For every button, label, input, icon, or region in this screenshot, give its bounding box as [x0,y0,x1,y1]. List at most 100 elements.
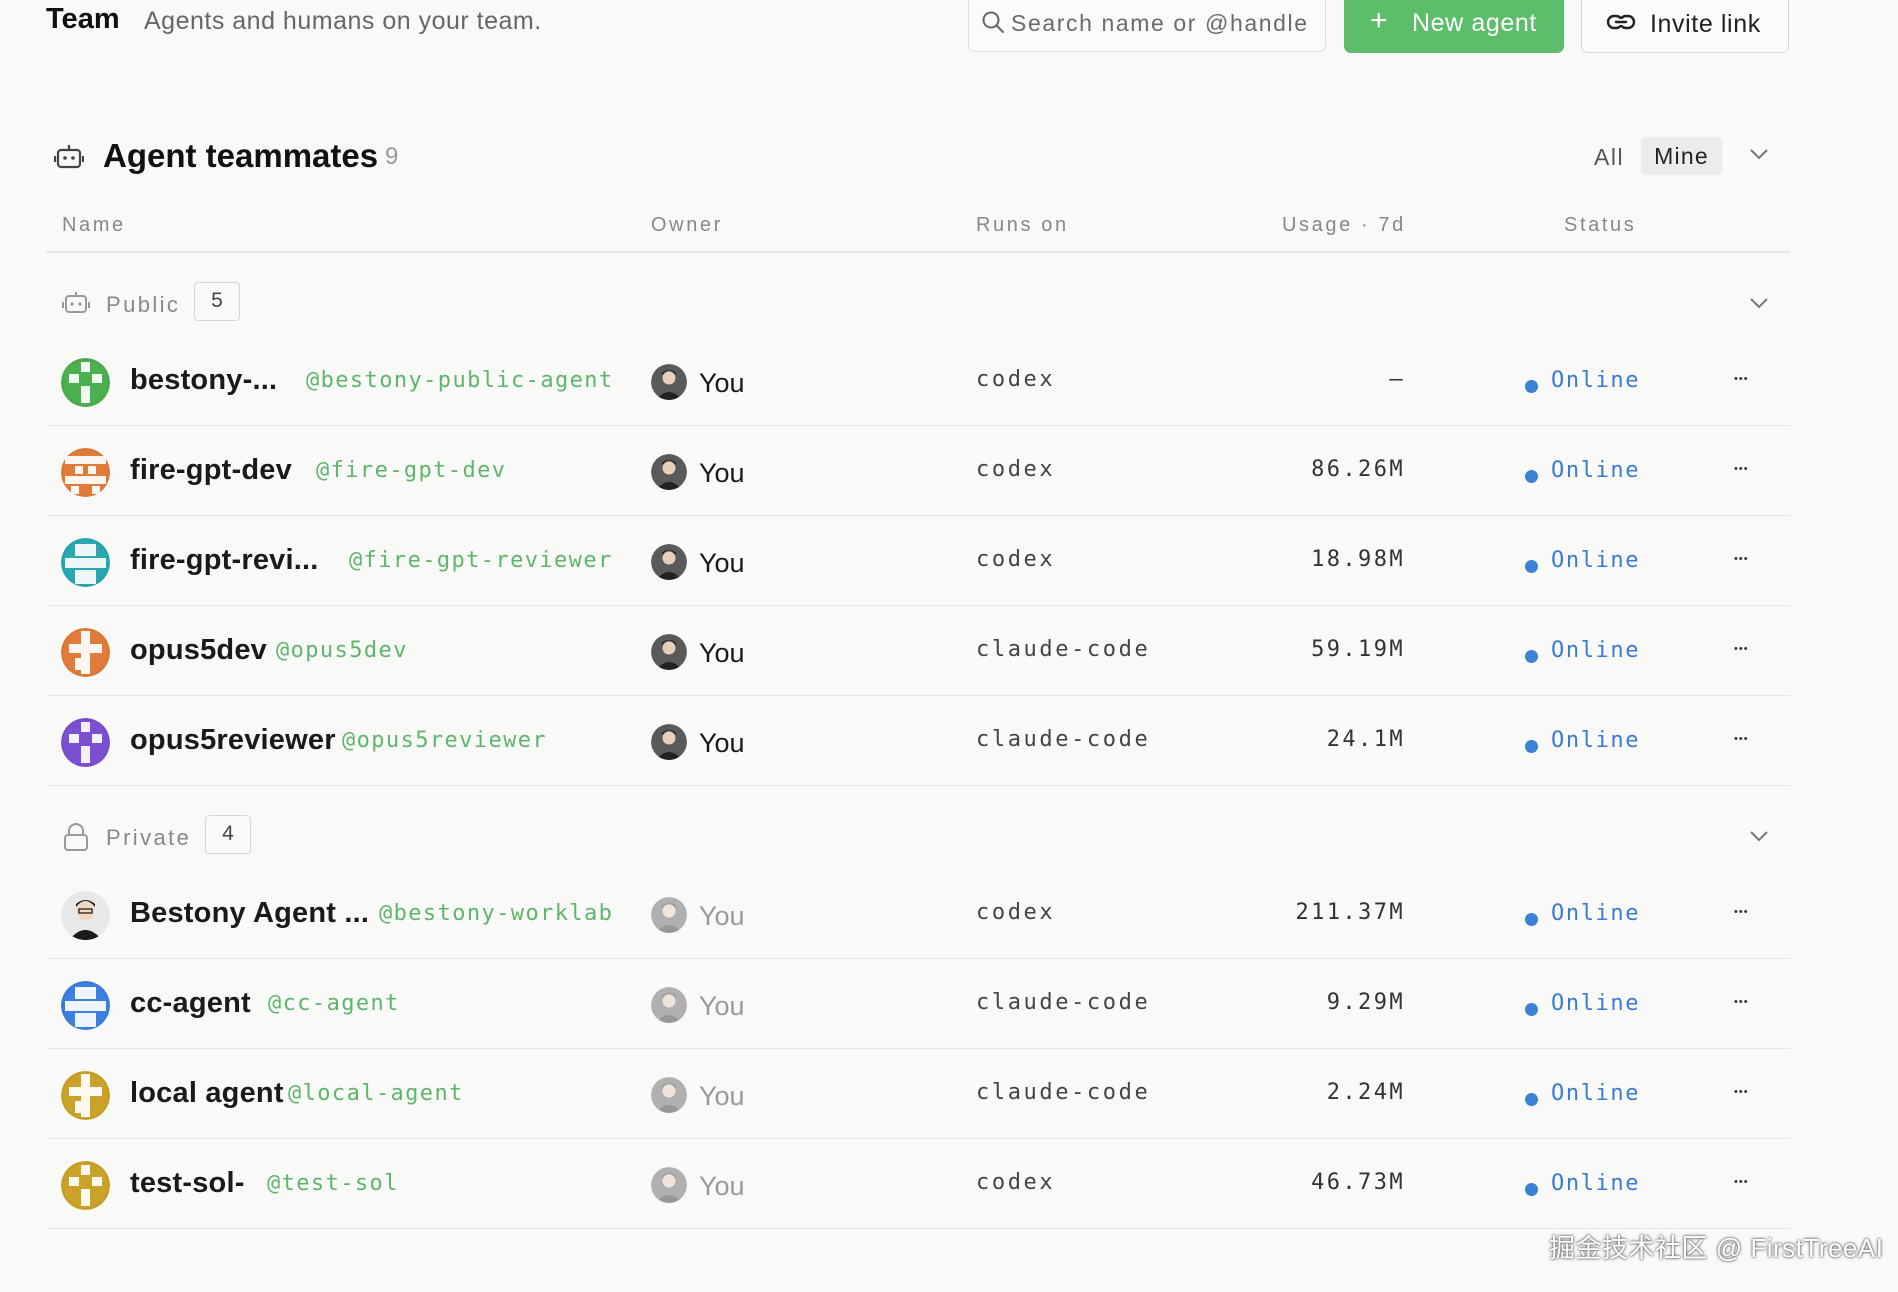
agent-name[interactable]: opus5dev [130,634,267,667]
table-row[interactable]: test-sol- @test-sol You codex 46.73M Online ••… [0,1139,1898,1229]
agent-name[interactable]: opus5reviewer [130,724,336,757]
column-name: Name [62,214,126,236]
agent-name[interactable]: local agent [130,1077,284,1110]
section-count: 9 [385,143,399,170]
status-badge: Online [1551,638,1641,663]
owner-avatar [651,724,687,760]
agent-avatar [61,538,110,587]
table-row[interactable]: opus5dev @opus5dev You claude-code 59.19M Onl… [0,606,1898,696]
runs-on: claude-code [976,727,1151,752]
filter-mine-tab[interactable]: Mine [1641,137,1722,175]
agent-avatar [61,981,110,1030]
table-row[interactable]: bestony-... @bestony-public-agent You codex… [0,336,1898,426]
chevron-down-icon[interactable] [1748,147,1770,166]
row-divider [46,1227,1790,1229]
owner-name: You [699,1171,745,1201]
table-row[interactable]: local agent @local-agent You claude-code 2.2… [0,1049,1898,1139]
table-row[interactable]: fire-gpt-revi... @fire-gpt-reviewer You cod… [0,516,1898,606]
search-icon [981,10,1005,39]
table-row[interactable]: fire-gpt-dev @fire-gpt-dev You codex 86.26M O… [0,426,1898,516]
column-owner: Owner [651,214,723,236]
status-dot [1525,650,1538,663]
agent-name[interactable]: bestony-... [130,364,277,397]
runs-on: claude-code [976,1080,1151,1105]
section-title: Agent teammates [103,137,379,174]
owner-name: You [699,548,745,578]
search-placeholder: Search name or @handle [1011,10,1309,36]
search-input[interactable]: Search name or @handle [968,0,1326,52]
agent-avatar [61,358,110,407]
owner-name: You [699,458,745,488]
more-actions-icon[interactable]: ••• [1734,733,1749,745]
column-runs-on: Runs on [976,214,1069,236]
agent-name[interactable]: fire-gpt-dev [130,454,292,487]
agent-handle: @bestony-worklab [379,901,614,926]
owner-name: You [699,368,745,398]
robot-icon [53,142,85,177]
owner-avatar [651,544,687,580]
agent-handle: @opus5dev [276,638,408,663]
usage-value: 46.73M [1311,1170,1405,1195]
link-icon [1606,11,1636,38]
more-actions-icon[interactable]: ••• [1734,643,1749,655]
owner-avatar [651,1077,687,1113]
new-agent-button[interactable]: + New agent [1344,0,1564,53]
invite-link-button[interactable]: Invite link [1581,0,1789,53]
agent-avatar [61,628,110,677]
runs-on: claude-code [976,990,1151,1015]
more-actions-icon[interactable]: ••• [1734,553,1749,565]
filter-all-tab[interactable]: All [1594,144,1624,171]
owner-name: You [699,638,745,668]
table-row[interactable]: Bestony Agent ... @bestony-worklab You code… [0,869,1898,959]
owner-avatar [651,634,687,670]
owner-name: You [699,728,745,758]
usage-value: 86.26M [1311,457,1405,482]
owner-avatar [651,897,687,933]
runs-on: codex [976,900,1056,925]
runs-on: claude-code [976,637,1151,662]
group-count-public: 5 [194,282,240,321]
more-actions-icon[interactable]: ••• [1734,906,1749,918]
agent-avatar [61,718,110,767]
group-count-private: 4 [205,815,251,854]
status-dot [1525,1183,1538,1196]
column-status: Status [1564,214,1637,236]
owner-avatar [651,454,687,490]
agent-name[interactable]: test-sol- [130,1167,245,1200]
status-dot [1525,740,1538,753]
runs-on: codex [976,1170,1056,1195]
usage-value: 211.37M [1295,900,1405,925]
table-row[interactable]: cc-agent @cc-agent You claude-code 9.29M Onli… [0,959,1898,1049]
chevron-down-icon[interactable] [1749,296,1769,314]
row-divider [46,784,1790,786]
status-dot [1525,560,1538,573]
agent-name[interactable]: fire-gpt-revi... [130,544,319,577]
column-usage: Usage · 7d [1282,214,1406,236]
status-dot [1525,470,1538,483]
status-dot [1525,1093,1538,1106]
usage-value: – [1389,367,1405,392]
status-badge: Online [1551,901,1641,926]
status-badge: Online [1551,548,1641,573]
lock-icon [62,822,90,857]
more-actions-icon[interactable]: ••• [1734,463,1749,475]
chevron-down-icon[interactable] [1749,829,1769,847]
status-badge: Online [1551,991,1641,1016]
agent-handle: @cc-agent [268,991,400,1016]
agent-avatar [61,1071,110,1120]
more-actions-icon[interactable]: ••• [1734,996,1749,1008]
group-label-private: Private [106,825,192,850]
more-actions-icon[interactable]: ••• [1734,1176,1749,1188]
new-agent-label: New agent [1412,9,1537,37]
agent-name[interactable]: Bestony Agent ... [130,897,369,930]
plus-icon: + [1370,4,1388,37]
agent-handle: @fire-gpt-reviewer [349,548,613,573]
more-actions-icon[interactable]: ••• [1734,373,1749,385]
owner-name: You [699,1081,745,1111]
more-actions-icon[interactable]: ••• [1734,1086,1749,1098]
owner-name: You [699,991,745,1021]
agent-handle: @opus5reviewer [342,728,548,753]
page-title: Team [46,3,120,35]
agent-name[interactable]: cc-agent [130,987,251,1020]
table-row[interactable]: opus5reviewer @opus5reviewer You claude-cod… [0,696,1898,786]
